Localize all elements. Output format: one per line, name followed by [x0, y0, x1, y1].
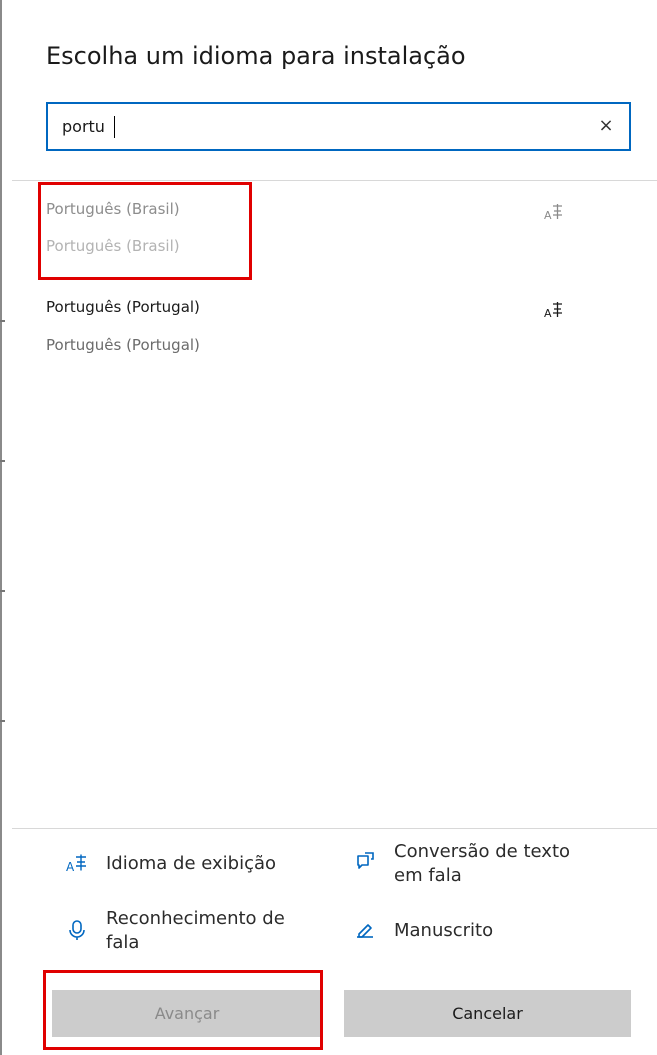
svg-text:A: A: [544, 307, 552, 320]
text-caret: [114, 116, 115, 138]
edge-tick: [0, 720, 5, 722]
edge-tick: [0, 460, 5, 462]
microphone-icon: [69, 920, 85, 940]
edge-tick: [0, 590, 5, 592]
language-name: Português (Brasil): [46, 200, 180, 218]
feature-label: fala: [106, 932, 140, 953]
search-box[interactable]: ×: [46, 102, 631, 151]
feature-label: Conversão de texto: [394, 841, 571, 862]
search-input[interactable]: [62, 104, 582, 149]
svg-text:A: A: [66, 860, 75, 874]
feature-display-language: A Idioma de exibição: [66, 852, 276, 876]
edge-tick: [0, 320, 5, 322]
next-button[interactable]: Avançar: [52, 990, 322, 1037]
language-native-name: Português (Portugal): [46, 336, 200, 354]
feature-label: Reconhecimento de: [106, 908, 285, 929]
language-pack-icon: A: [544, 302, 562, 320]
language-pack-icon: A: [544, 204, 562, 222]
feature-label: Idioma de exibição: [106, 853, 277, 874]
feature-text-to-speech: Conversão de texto em fala: [354, 840, 570, 888]
feature-label: Manuscrito: [394, 920, 494, 941]
dialog-title: Escolha um idioma para instalação: [46, 42, 466, 70]
language-item-portugues-portugal[interactable]: Português (Portugal) Português (Portugal…: [46, 298, 566, 354]
handwriting-icon: [357, 924, 373, 938]
cancel-button[interactable]: Cancelar: [344, 990, 631, 1037]
text-to-speech-icon: [357, 852, 374, 869]
display-language-icon: A: [66, 854, 86, 874]
language-install-dialog: Escolha um idioma para instalação × Port…: [0, 0, 657, 1055]
divider: [12, 828, 657, 829]
feature-speech-recognition: Reconhecimento de fala: [66, 907, 285, 955]
close-icon[interactable]: ×: [595, 115, 617, 137]
svg-text:A: A: [544, 209, 552, 222]
feature-label: em fala: [394, 865, 462, 886]
feature-handwriting: Manuscrito: [354, 919, 493, 943]
language-name: Português (Portugal): [46, 298, 200, 316]
window-edge: [0, 0, 2, 1055]
language-item-portugues-brasil[interactable]: Português (Brasil) Português (Brasil) A: [46, 200, 566, 255]
divider: [12, 180, 657, 181]
language-native-name: Português (Brasil): [46, 237, 180, 255]
